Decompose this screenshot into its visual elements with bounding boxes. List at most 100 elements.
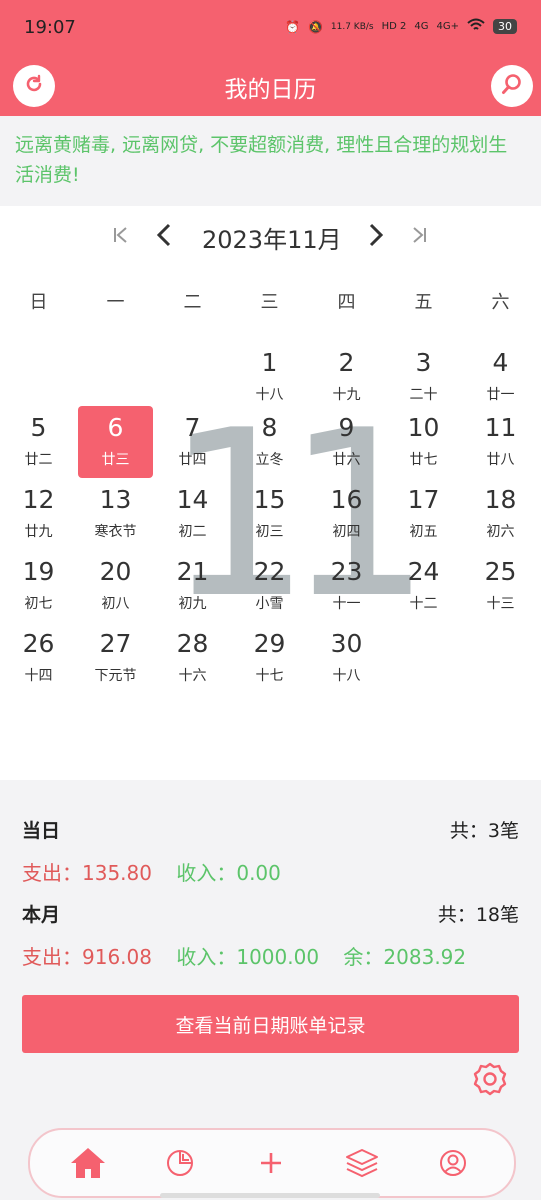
- calendar-day[interactable]: 23 十一: [308, 550, 385, 622]
- calendar-day[interactable]: 3 二十: [385, 341, 462, 413]
- calendar-day[interactable]: 14 初二: [154, 478, 231, 550]
- calendar-day[interactable]: 29 十七: [231, 622, 308, 694]
- calendar-day[interactable]: 24 十二: [385, 550, 462, 622]
- layers-icon: [346, 1149, 378, 1178]
- settings-button[interactable]: [471, 1060, 509, 1102]
- calendar-day[interactable]: 22 小雪: [231, 550, 308, 622]
- day-number: 26: [22, 629, 55, 658]
- lunar-date: 立冬: [255, 452, 284, 468]
- page-title: 我的日历: [224, 77, 317, 103]
- today-count: 共：3笔: [449, 820, 519, 842]
- add-icon: [261, 1153, 281, 1173]
- lunar-date: 十八: [332, 668, 361, 684]
- tab-chart[interactable]: [160, 1146, 200, 1180]
- prev-month-button[interactable]: [154, 222, 174, 252]
- calendar-day[interactable]: 4 廿一: [462, 341, 539, 413]
- alarm-icon: ⏰: [285, 19, 300, 34]
- calendar-day[interactable]: 16 初四: [308, 478, 385, 550]
- calendar: 2023年11月 11 日 一 二 三 四 五 六 1 十八 2 十九 3 二十 4 廿一 5 廿二 6 廿三 7 廿…: [0, 206, 541, 780]
- day-number: 6: [107, 413, 124, 442]
- last-month-button[interactable]: [410, 226, 428, 248]
- calendar-day[interactable]: 5 廿二: [0, 406, 77, 478]
- calendar-day[interactable]: 21 初九: [154, 550, 231, 622]
- skip-last-icon: [413, 227, 426, 243]
- lunar-date: 廿四: [178, 452, 207, 468]
- lunar-date: 廿九: [24, 524, 53, 540]
- status-bar: 19:07 ⏰ 🔕 11.7 KB/s HD 2 4G 4G+ 30: [0, 0, 541, 56]
- lunar-date: 十七: [255, 668, 284, 684]
- today-income: 收入：0.00: [176, 861, 281, 885]
- weekday-header: 四: [337, 292, 356, 313]
- calendar-day[interactable]: 6 廿三: [77, 406, 154, 478]
- day-number: 23: [330, 557, 363, 586]
- lunar-date: 初七: [24, 596, 53, 612]
- skip-first-icon: [114, 227, 127, 243]
- calendar-day[interactable]: 25 十三: [462, 550, 539, 622]
- month-income: 收入：1000.00: [176, 945, 320, 969]
- tab-add[interactable]: [251, 1146, 291, 1180]
- day-number: 5: [30, 413, 47, 442]
- calendar-day[interactable]: 20 初八: [77, 550, 154, 622]
- first-month-button[interactable]: [112, 226, 130, 248]
- status-icons: ⏰ 🔕 11.7 KB/s HD 2 4G 4G+ 30: [285, 18, 517, 35]
- lunar-date: 初八: [101, 596, 130, 612]
- calendar-day[interactable]: 30 十八: [308, 622, 385, 694]
- calendar-day[interactable]: 2 十九: [308, 341, 385, 413]
- day-number: 17: [407, 485, 440, 514]
- mute-icon: 🔕: [307, 19, 323, 34]
- day-number: 19: [22, 557, 55, 586]
- tab-home[interactable]: [68, 1146, 108, 1180]
- signal-4g-plus: 4G+: [436, 21, 460, 32]
- lunar-date: 二十: [409, 387, 438, 403]
- day-number: 2: [338, 348, 355, 377]
- lunar-date: 初六: [486, 524, 515, 540]
- lunar-date: 小雪: [255, 596, 284, 612]
- lunar-date: 初四: [332, 524, 361, 540]
- lunar-date: 初五: [409, 524, 438, 540]
- month-expense: 支出：916.08: [22, 945, 152, 969]
- status-time: 19:07: [24, 17, 76, 38]
- calendar-day[interactable]: 8 立冬: [231, 406, 308, 478]
- gear-icon: [473, 1062, 507, 1096]
- calendar-day[interactable]: 26 十四: [0, 622, 77, 694]
- calendar-day[interactable]: 1 十八: [231, 341, 308, 413]
- weekday-header: 五: [414, 292, 433, 313]
- day-number: 7: [184, 413, 201, 442]
- search-button[interactable]: [491, 65, 533, 107]
- calendar-day[interactable]: 27 下元节: [77, 622, 154, 694]
- chart-icon: [167, 1150, 193, 1176]
- calendar-day[interactable]: 13 寒衣节: [77, 478, 154, 550]
- view-records-button[interactable]: 查看当前日期账单记录: [22, 995, 519, 1053]
- calendar-day[interactable]: 17 初五: [385, 478, 462, 550]
- lunar-date: 廿八: [486, 452, 515, 468]
- calendar-day[interactable]: 9 廿六: [308, 406, 385, 478]
- lunar-date: 十二: [409, 596, 438, 612]
- month-balance: 余：2083.92: [343, 945, 467, 969]
- lunar-date: 初三: [255, 524, 284, 540]
- today-expense: 支出：135.80: [22, 861, 152, 885]
- search-icon: [500, 72, 524, 100]
- weekday-header: 三: [260, 292, 279, 313]
- calendar-day[interactable]: 10 廿七: [385, 406, 462, 478]
- battery-indicator: 30: [493, 19, 517, 34]
- chevron-left-icon: [156, 223, 171, 247]
- next-month-button[interactable]: [366, 222, 386, 252]
- calendar-day[interactable]: 18 初六: [462, 478, 539, 550]
- calendar-day[interactable]: 15 初三: [231, 478, 308, 550]
- chevron-right-icon: [369, 223, 384, 247]
- weekday-header: 二: [183, 292, 202, 313]
- day-number: 10: [407, 413, 440, 442]
- calendar-day[interactable]: 7 廿四: [154, 406, 231, 478]
- day-number: 14: [176, 485, 209, 514]
- calendar-day[interactable]: 28 十六: [154, 622, 231, 694]
- day-number: 1: [261, 348, 278, 377]
- lunar-date: 廿三: [101, 452, 130, 468]
- calendar-day[interactable]: 12 廿九: [0, 478, 77, 550]
- day-number: 9: [338, 413, 355, 442]
- tab-layers[interactable]: [342, 1146, 382, 1180]
- calendar-day[interactable]: 11 廿八: [462, 406, 539, 478]
- calendar-day[interactable]: 19 初七: [0, 550, 77, 622]
- weekday-header: 一: [106, 292, 125, 313]
- current-month: 2023年11月: [202, 226, 342, 254]
- tab-profile[interactable]: [433, 1146, 473, 1180]
